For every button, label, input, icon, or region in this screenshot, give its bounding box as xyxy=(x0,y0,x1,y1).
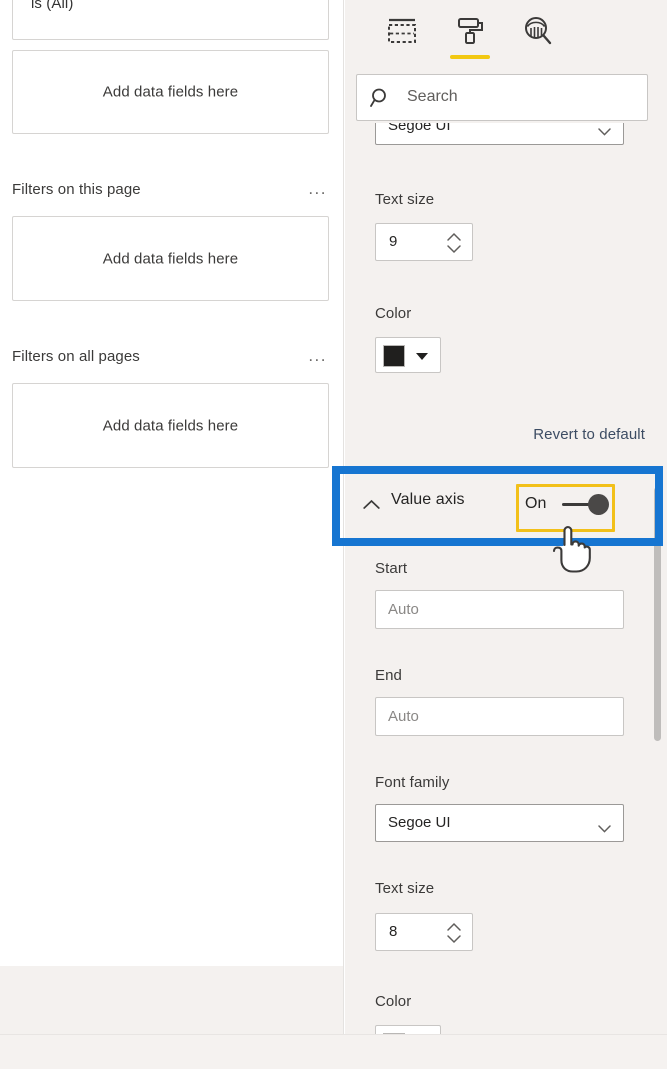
format-pane-scroll-region: Segoe UI Text size 9 Color Revert to def… xyxy=(345,123,667,1034)
active-tab-underline xyxy=(450,55,490,59)
value-axis-start-input[interactable]: Auto xyxy=(375,590,624,629)
analytics-tab[interactable] xyxy=(511,10,565,62)
value-axis-start-label: Start xyxy=(375,560,408,577)
filters-on-this-page-more-icon[interactable]: ... xyxy=(308,180,327,197)
filter-card-value[interactable]: is (All) xyxy=(12,0,329,40)
format-pane-scrollbar-thumb[interactable] xyxy=(654,487,661,741)
filters-on-this-page-header: Filters on this page ... xyxy=(12,180,329,201)
filters-on-this-page-title: Filters on this page xyxy=(12,181,141,198)
stepper-arrows-icon[interactable] xyxy=(446,231,462,255)
search-icon xyxy=(370,87,392,109)
caret-down-icon xyxy=(416,353,428,360)
filter-value-text: is (All) xyxy=(31,0,74,12)
value-axis-text-size-stepper[interactable]: 8 xyxy=(375,913,473,951)
filters-on-all-pages-more-icon[interactable]: ... xyxy=(308,347,327,364)
value-axis-color-label: Color xyxy=(375,993,412,1010)
value-axis-font-family-dropdown[interactable]: Segoe UI xyxy=(375,804,624,842)
value-axis-toggle[interactable]: On xyxy=(516,481,626,529)
table-fields-icon xyxy=(385,14,419,48)
power-bi-report-editor: is (All) Add data fields here Filters on… xyxy=(0,0,667,1069)
upper-font-family-dropdown[interactable]: Segoe UI xyxy=(375,123,624,145)
format-search-box[interactable]: Search xyxy=(356,74,648,121)
filter-dropzone-visual[interactable]: Add data fields here xyxy=(12,50,329,134)
paint-roller-icon xyxy=(453,14,487,48)
chevron-down-icon xyxy=(598,820,611,833)
visualizations-format-pane: Search Segoe UI Text size 9 Color Revert… xyxy=(345,0,667,1034)
dropzone-label: Add data fields here xyxy=(102,417,239,434)
page-footer-strip xyxy=(0,1034,667,1069)
value-axis-end-input[interactable]: Auto xyxy=(375,697,624,736)
filters-pane: is (All) Add data fields here Filters on… xyxy=(0,0,344,966)
upper-text-size-stepper[interactable]: 9 xyxy=(375,223,473,261)
filter-dropzone-page[interactable]: Add data fields here xyxy=(12,216,329,301)
value-axis-start-placeholder: Auto xyxy=(388,601,419,618)
filters-on-all-pages-header: Filters on all pages ... xyxy=(12,347,329,368)
filter-dropzone-all-pages[interactable]: Add data fields here xyxy=(12,383,329,468)
filters-pane-footer xyxy=(0,966,344,1034)
upper-color-swatch xyxy=(383,345,405,367)
revert-to-default-link[interactable]: Revert to default xyxy=(533,426,645,443)
value-axis-title: Value axis xyxy=(391,491,465,508)
value-axis-text-size-value: 8 xyxy=(389,923,398,940)
search-placeholder-text: Search xyxy=(407,88,458,105)
filters-on-all-pages-title: Filters on all pages xyxy=(12,348,140,365)
value-axis-font-family-value: Segoe UI xyxy=(388,814,451,831)
value-axis-color-picker[interactable] xyxy=(375,1025,441,1034)
upper-color-label: Color xyxy=(375,305,412,322)
value-axis-end-label: End xyxy=(375,667,402,684)
format-visual-tab[interactable] xyxy=(443,10,497,62)
toggle-knob[interactable] xyxy=(588,494,609,515)
dropzone-label: Add data fields here xyxy=(102,83,239,101)
chevron-down-icon xyxy=(598,123,611,136)
chart-magnifier-icon xyxy=(521,14,555,48)
dropzone-label: Add data fields here xyxy=(102,250,239,267)
value-axis-font-family-label: Font family xyxy=(375,774,450,791)
value-axis-text-size-label: Text size xyxy=(375,880,435,897)
build-visual-tab[interactable] xyxy=(375,10,429,62)
upper-font-family-value: Segoe UI xyxy=(388,123,451,134)
upper-text-size-value: 9 xyxy=(389,233,398,250)
stepper-arrows-icon[interactable] xyxy=(446,921,462,945)
value-axis-end-placeholder: Auto xyxy=(388,708,419,725)
upper-text-size-label: Text size xyxy=(375,191,435,208)
upper-color-picker[interactable] xyxy=(375,337,441,373)
pane-tab-strip xyxy=(345,0,667,66)
value-axis-toggle-label: On xyxy=(525,495,547,512)
value-axis-section-header[interactable]: Value axis On xyxy=(345,473,655,535)
chevron-up-icon[interactable] xyxy=(363,497,380,509)
